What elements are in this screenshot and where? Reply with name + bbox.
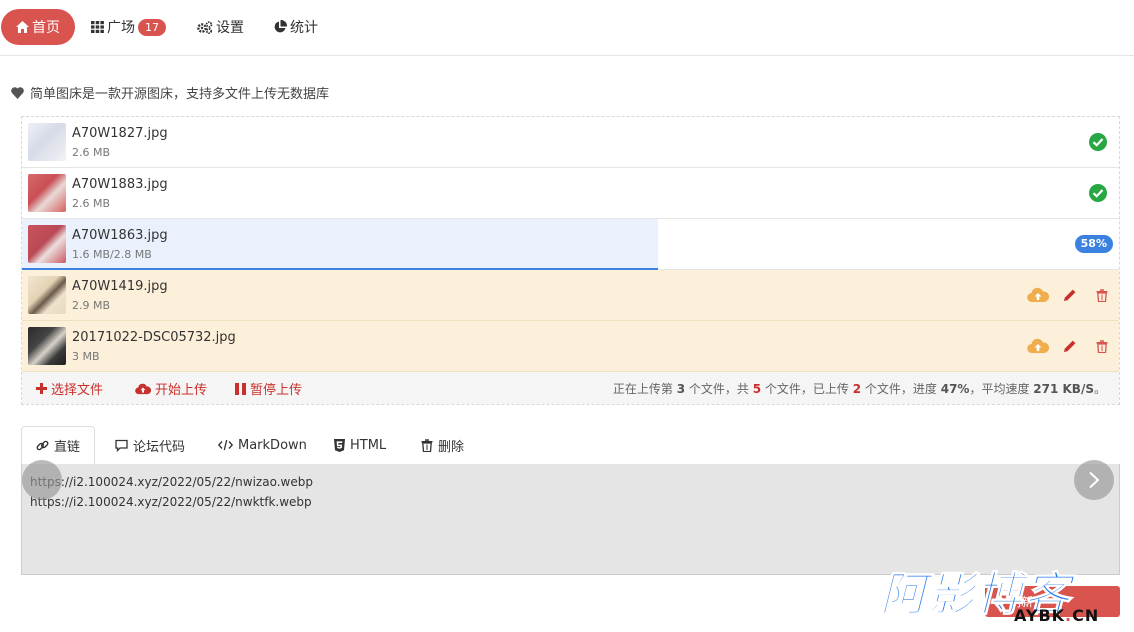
pause-icon [235, 382, 246, 395]
tab-forum-code-label: 论坛代码 [133, 439, 186, 455]
nav-settings-label: 设置 [216, 20, 244, 36]
file-size: 1.6 MB/2.8 MB [72, 248, 152, 261]
file-name: A70W1863.jpg [72, 228, 168, 243]
file-size: 2.6 MB [72, 146, 111, 159]
file-name: A70W1827.jpg [72, 126, 168, 141]
link-line: https://i2.100024.xyz/2022/05/22/nwktfk.… [30, 495, 312, 509]
slide-next-button[interactable] [1074, 460, 1114, 500]
cloud-upload-icon[interactable] [1027, 285, 1049, 305]
progress-percent-badge: 58% [1074, 235, 1113, 253]
select-files-button[interactable]: 选择文件 [36, 379, 103, 398]
square-count-badge: 17 [138, 18, 166, 36]
watermark-domain: AYBK.CN [1014, 606, 1099, 626]
success-check-icon [1089, 184, 1107, 206]
tab-html-label: HTML [350, 437, 387, 453]
stats-text-part: 个文件，共 [685, 382, 753, 396]
file-thumbnail [28, 174, 66, 212]
stats-total-files: 5 [752, 382, 762, 396]
tab-direct-link-label: 直链 [54, 440, 81, 455]
watermark-domain-a: AYBK [1014, 606, 1066, 625]
tab-direct-link[interactable]: 直链 [21, 426, 96, 465]
nav-stats-label: 统计 [290, 20, 318, 36]
nav-settings[interactable]: 设置 [197, 9, 244, 45]
cloud-upload-icon[interactable] [1027, 336, 1049, 356]
nav-home-label: 首页 [32, 20, 60, 36]
upload-stats-text: 正在上传第 3 个文件，共 5 个文件，已上传 2 个文件，进度 47%，平均速… [613, 380, 1106, 397]
file-row-pending: 20171022-DSC05732.jpg 3 MB [22, 321, 1119, 372]
file-thumbnail [28, 276, 66, 314]
description-text: 简单图床是一款开源图床，支持多文件上传无数据库 [30, 87, 330, 102]
nav-home[interactable]: 首页 [1, 9, 75, 45]
site-description: 简单图床是一款开源图床，支持多文件上传无数据库 [11, 83, 329, 102]
tab-delete-label: 删除 [438, 439, 465, 455]
file-size: 2.9 MB [72, 299, 111, 312]
tab-forum-code[interactable]: 论坛代码 [115, 426, 185, 464]
site-watermark: 阿影博客 AYBK.CN [880, 566, 1134, 632]
pencil-edit-icon[interactable] [1059, 285, 1081, 305]
stats-text-part: 个文件，进度 [861, 382, 941, 396]
trash-icon[interactable] [1091, 285, 1113, 305]
tab-html[interactable]: HTML [334, 426, 386, 464]
grid-icon [91, 21, 104, 33]
file-name: A70W1419.jpg [72, 279, 168, 294]
start-upload-button[interactable]: 开始上传 [135, 379, 207, 398]
pause-upload-label: 暂停上传 [250, 383, 303, 398]
file-name: 20171022-DSC05732.jpg [72, 330, 236, 345]
file-size: 2.6 MB [72, 197, 111, 210]
link-line: https://i2.100024.xyz/2022/05/22/nwizao.… [30, 475, 313, 489]
cloud-upload-icon [135, 383, 151, 394]
upload-file-list: A70W1827.jpg 2.6 MB A70W1883.jpg 2.6 MB … [21, 116, 1120, 405]
success-check-icon [1089, 133, 1107, 155]
nav-stats[interactable]: 统计 [273, 9, 318, 45]
stats-text-part: 个文件，已上传 [761, 382, 853, 396]
file-row-pending: A70W1419.jpg 2.9 MB [22, 270, 1119, 321]
top-nav: 首页 广场 17 设置 统计 [0, 0, 1134, 56]
stats-text-part: 。 [1093, 382, 1106, 396]
links-output-textarea[interactable]: https://i2.100024.xyz/2022/05/22/nwizao.… [21, 464, 1120, 575]
stats-uploaded-files: 2 [852, 382, 862, 396]
file-row-uploading: A70W1863.jpg 1.6 MB/2.8 MB 58% [22, 219, 1119, 270]
gears-icon [197, 20, 213, 34]
upload-progress-bar [22, 219, 659, 270]
tab-delete[interactable]: 删除 [421, 426, 464, 464]
tab-markdown[interactable]: MarkDown [218, 426, 307, 464]
stats-text-part: 正在上传第 [612, 382, 677, 396]
trash-icon [421, 438, 433, 452]
stats-current-file: 3 [676, 382, 686, 396]
start-upload-label: 开始上传 [155, 383, 208, 398]
heart-icon [11, 86, 24, 99]
upload-toolbar: 选择文件 开始上传 暂停上传 正在上传第 3 个文件，共 5 个文件，已上传 2… [22, 372, 1119, 404]
file-thumbnail [28, 225, 66, 263]
stats-speed: 271 KB/S [1033, 382, 1094, 396]
home-icon [16, 21, 29, 33]
file-row: A70W1827.jpg 2.6 MB [22, 117, 1119, 168]
pie-chart-icon [274, 20, 287, 33]
link-icon [36, 440, 49, 451]
file-name: A70W1883.jpg [72, 177, 168, 192]
file-size: 3 MB [72, 350, 100, 363]
plus-icon [36, 383, 47, 394]
slide-prev-button[interactable] [22, 460, 62, 500]
watermark-domain-b: CN [1072, 606, 1100, 625]
link-format-tabs: 直链 论坛代码 MarkDown HTML 删除 [21, 426, 1120, 465]
nav-square-label: 广场 [107, 20, 135, 36]
stats-percent: 47% [940, 382, 970, 396]
pencil-edit-icon[interactable] [1059, 336, 1081, 356]
file-thumbnail [28, 123, 66, 161]
chevron-right-icon [1089, 471, 1100, 489]
tab-markdown-label: MarkDown [238, 437, 307, 453]
file-row: A70W1883.jpg 2.6 MB [22, 168, 1119, 219]
html5-icon [334, 438, 345, 452]
code-icon [218, 439, 233, 451]
stats-text-part: ，平均速度 [969, 382, 1034, 396]
comment-icon [115, 439, 128, 452]
file-thumbnail [28, 327, 66, 365]
select-files-label: 选择文件 [51, 383, 104, 398]
nav-square[interactable]: 广场 17 [91, 9, 166, 45]
trash-icon[interactable] [1091, 336, 1113, 356]
pause-upload-button[interactable]: 暂停上传 [235, 379, 302, 398]
